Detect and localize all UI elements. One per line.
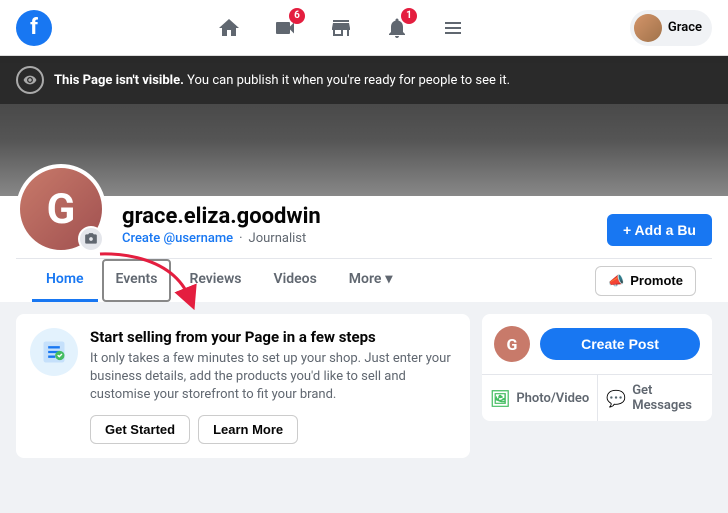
nav-right: Grace: [630, 10, 712, 46]
page-subtitle: Create @username · Journalist: [122, 231, 591, 246]
nav-center: 6 1: [205, 4, 477, 52]
sell-icon: [30, 328, 78, 376]
visibility-text: This Page isn't visible. You can publish…: [54, 73, 510, 88]
facebook-logo: f: [16, 10, 52, 46]
tab-videos[interactable]: Videos: [260, 259, 331, 302]
profile-menu[interactable]: Grace: [630, 10, 712, 46]
camera-button[interactable]: [78, 226, 104, 252]
tab-home[interactable]: Home: [32, 259, 98, 302]
nav-left: f: [16, 10, 52, 46]
photo-video-icon: 🖼: [490, 389, 510, 408]
sell-card: Start selling from your Page in a few st…: [16, 314, 470, 458]
chevron-down-icon: ▾: [385, 271, 392, 287]
video-nav-icon[interactable]: 6: [261, 4, 309, 52]
nav-profile-name: Grace: [668, 20, 702, 35]
video-badge: 6: [289, 8, 305, 24]
page-role-separator: ·: [239, 231, 242, 246]
left-column: Start selling from your Page in a few st…: [16, 314, 470, 447]
create-post-button[interactable]: Create Post: [540, 328, 700, 360]
tab-events[interactable]: Events: [102, 259, 172, 302]
promote-button[interactable]: 📣 Promote: [595, 266, 696, 296]
page-role: Journalist: [249, 231, 307, 246]
menu-nav-icon[interactable]: [429, 4, 477, 52]
visibility-icon: [16, 66, 44, 94]
page-name: grace.eliza.goodwin: [122, 204, 591, 229]
get-messages-action[interactable]: 💬 Get Messages: [598, 375, 712, 421]
profile-name-section: grace.eliza.goodwin Create @username · J…: [122, 204, 591, 254]
tab-more[interactable]: More ▾: [335, 259, 407, 302]
right-column: G Create Post 🖼 Photo/Video 💬 Get Messag…: [482, 314, 712, 447]
get-started-button[interactable]: Get Started: [90, 415, 190, 444]
create-username-link[interactable]: Create @username: [122, 231, 233, 246]
main-content: Start selling from your Page in a few st…: [0, 302, 728, 459]
create-post-actions: 🖼 Photo/Video 💬 Get Messages: [482, 375, 712, 421]
profile-picture-wrapper: G: [16, 164, 106, 254]
page-tabs: Home Events Reviews Videos More ▾ 📣 Prom…: [16, 258, 712, 302]
create-post-header: G Create Post: [482, 314, 712, 375]
sell-title: Start selling from your Page in a few st…: [90, 328, 456, 346]
profile-info-row: G grace.eliza.goodwin Create @username ·…: [16, 196, 712, 254]
profile-section: G grace.eliza.goodwin Create @username ·…: [0, 196, 728, 302]
photo-video-action[interactable]: 🖼 Photo/Video: [482, 375, 598, 421]
tabs-list: Home Events Reviews Videos More ▾: [32, 259, 406, 302]
notification-badge: 1: [401, 8, 417, 24]
create-post-avatar: G: [494, 326, 530, 362]
store-nav-icon[interactable]: [317, 4, 365, 52]
create-post-card: G Create Post 🖼 Photo/Video 💬 Get Messag…: [482, 314, 712, 421]
messages-icon: 💬: [606, 389, 626, 408]
nav-avatar: [634, 14, 662, 42]
notification-nav-icon[interactable]: 1: [373, 4, 421, 52]
sell-description: It only takes a few minutes to set up yo…: [90, 350, 456, 405]
tab-reviews[interactable]: Reviews: [175, 259, 255, 302]
sell-actions: Get Started Learn More: [90, 415, 456, 444]
visibility-banner: This Page isn't visible. You can publish…: [0, 56, 728, 104]
megaphone-icon: 📣: [608, 273, 624, 289]
home-nav-icon[interactable]: [205, 4, 253, 52]
add-button[interactable]: + Add a Bu: [607, 214, 712, 246]
learn-more-button[interactable]: Learn More: [198, 415, 298, 444]
sell-text: Start selling from your Page in a few st…: [90, 328, 456, 444]
page-cover: This Page isn't visible. You can publish…: [0, 56, 728, 196]
top-navigation: f 6 1 Grace: [0, 0, 728, 56]
